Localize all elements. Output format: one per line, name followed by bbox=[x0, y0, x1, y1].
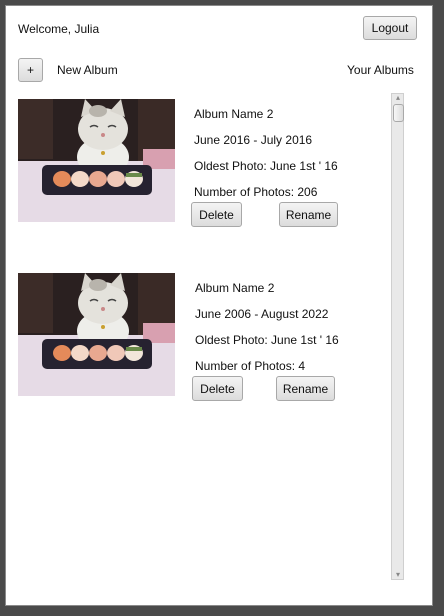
chevron-up-icon[interactable]: ▴ bbox=[393, 94, 403, 102]
app-window: Welcome, Julia Logout + New Album Your A… bbox=[5, 5, 433, 606]
album-oldest-photo: Oldest Photo: June 1st ' 16 bbox=[195, 333, 339, 347]
album-date-range: June 2006 - August 2022 bbox=[195, 307, 329, 321]
chevron-down-icon[interactable]: ▾ bbox=[393, 571, 403, 579]
delete-button[interactable]: Delete bbox=[192, 376, 243, 401]
album-name: Album Name 2 bbox=[195, 281, 275, 295]
album-card: Album Name 2 June 2016 - July 2016 Oldes… bbox=[18, 99, 348, 229]
scrollbar-thumb[interactable] bbox=[393, 104, 404, 122]
album-thumbnail[interactable] bbox=[18, 273, 175, 396]
cat-with-sushi-photo-icon bbox=[18, 99, 175, 222]
add-album-button[interactable]: + bbox=[18, 58, 43, 82]
album-photo-count: Number of Photos: 4 bbox=[195, 359, 306, 373]
album-date-range: June 2016 - July 2016 bbox=[194, 133, 313, 147]
your-albums-label: Your Albums bbox=[347, 63, 414, 77]
delete-button[interactable]: Delete bbox=[191, 202, 242, 227]
album-thumbnail[interactable] bbox=[18, 99, 175, 222]
album-name: Album Name 2 bbox=[194, 107, 274, 121]
logout-button[interactable]: Logout bbox=[363, 16, 417, 40]
welcome-text: Welcome, Julia bbox=[18, 22, 100, 36]
rename-button[interactable]: Rename bbox=[276, 376, 335, 401]
album-oldest-photo: Oldest Photo: June 1st ' 16 bbox=[194, 159, 338, 173]
albums-scrollbar[interactable]: ▴ ▾ bbox=[391, 93, 404, 580]
cat-with-sushi-photo-icon bbox=[18, 273, 175, 396]
album-photo-count: Number of Photos: 206 bbox=[194, 185, 318, 199]
rename-button[interactable]: Rename bbox=[279, 202, 338, 227]
new-album-label: New Album bbox=[57, 63, 118, 77]
album-card: Album Name 2 June 2006 - August 2022 Old… bbox=[18, 273, 348, 403]
